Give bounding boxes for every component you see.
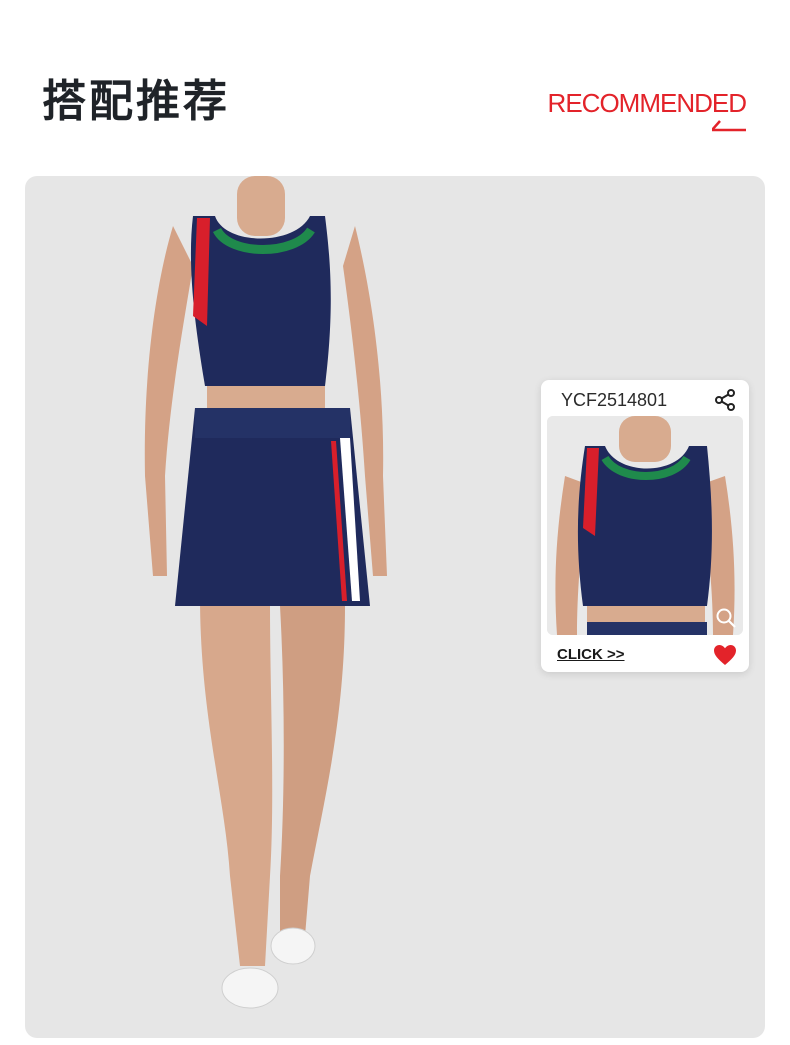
- decorative-arrow-icon: [712, 120, 746, 132]
- click-link[interactable]: CLICK >>: [557, 646, 625, 663]
- thumbnail-photo: [547, 416, 743, 635]
- share-icon[interactable]: [713, 388, 737, 412]
- section-header: 搭配推荐 RECOMMENDED: [0, 0, 790, 170]
- section-title: 搭配推荐: [42, 76, 230, 127]
- product-thumbnail[interactable]: [547, 416, 743, 635]
- section-title-en: RECOMMENDED: [547, 88, 747, 118]
- heart-icon[interactable]: [713, 644, 737, 666]
- zoom-icon[interactable]: [715, 607, 737, 629]
- product-code: YCF2514801: [561, 390, 668, 410]
- product-card[interactable]: YCF2514801 CLICK >>: [541, 380, 749, 672]
